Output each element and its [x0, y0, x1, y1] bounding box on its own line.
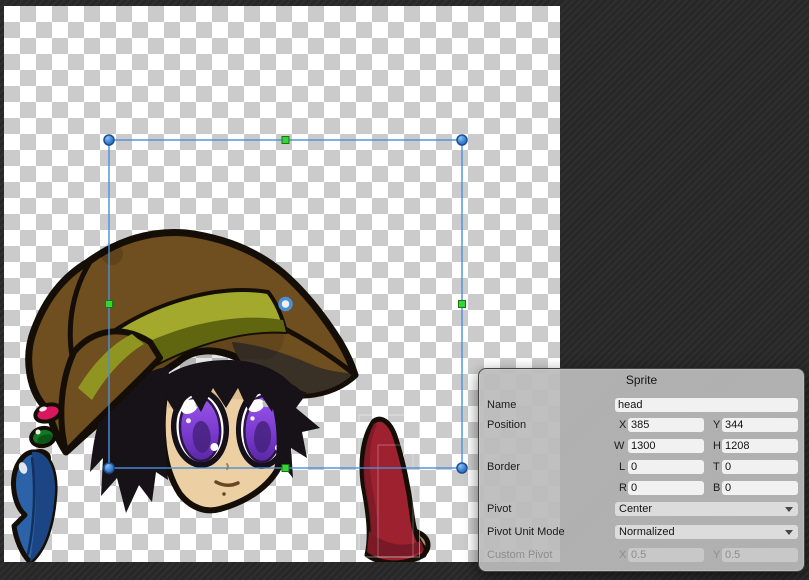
custom-pivot-y-input [722, 548, 798, 562]
selection-handle-top-mid[interactable] [282, 137, 289, 144]
pivot-unit-mode-value: Normalized [619, 526, 675, 538]
pivot-unit-mode-label: Pivot Unit Mode [487, 526, 565, 538]
custom-pivot-row: Custom Pivot X Y [479, 548, 804, 562]
custom-pivot-y-label: Y [713, 549, 720, 561]
dropdown-arrow-icon [785, 530, 793, 535]
selection-handle-top-left[interactable] [104, 135, 114, 145]
selection-handle-left-mid[interactable] [106, 301, 113, 308]
width-label: W [614, 440, 624, 452]
feather [14, 452, 56, 562]
height-input[interactable] [722, 439, 798, 453]
dropdown-arrow-icon [785, 507, 793, 512]
position-y-label: Y [713, 419, 720, 431]
pivot-row: Pivot Center [479, 502, 804, 516]
custom-pivot-x-input [628, 548, 704, 562]
pivot-dropdown[interactable]: Center [615, 502, 798, 516]
name-label: Name [487, 399, 516, 411]
border-r-label: R [619, 482, 627, 494]
border-row-lt: Border L T [479, 460, 804, 474]
position-y-input[interactable] [722, 418, 798, 432]
border-t-input[interactable] [722, 460, 798, 474]
position-label: Position [487, 419, 526, 431]
border-b-input[interactable] [722, 481, 798, 495]
pivot-unit-mode-dropdown[interactable]: Normalized [615, 525, 798, 539]
name-row: Name [479, 398, 804, 412]
panel-title: Sprite [479, 373, 804, 387]
border-row-rb: R B [479, 481, 804, 495]
width-input[interactable] [628, 439, 704, 453]
head-sprite-artwork[interactable] [14, 232, 355, 562]
sprite-inspector-panel: Sprite Name Position X Y W H Border L T … [478, 368, 805, 572]
border-r-input[interactable] [628, 481, 704, 495]
height-label: H [713, 440, 721, 452]
sprite-editor-artwork-layer [4, 6, 560, 562]
selection-handle-bottom-left[interactable] [104, 463, 114, 473]
selection-handle-bottom-mid[interactable] [282, 465, 289, 472]
pivot-label: Pivot [487, 503, 511, 515]
name-input[interactable] [615, 398, 798, 412]
custom-pivot-x-label: X [619, 549, 626, 561]
sleeve-sprite-artwork[interactable] [362, 419, 428, 562]
pivot-unit-mode-row: Pivot Unit Mode Normalized [479, 525, 804, 539]
border-l-label: L [619, 461, 625, 473]
selection-handle-bottom-right[interactable] [457, 463, 467, 473]
position-row-xy: Position X Y [479, 418, 804, 432]
border-l-input[interactable] [628, 460, 704, 474]
position-x-label: X [619, 419, 626, 431]
border-label: Border [487, 461, 520, 473]
position-x-input[interactable] [628, 418, 704, 432]
selection-handle-right-mid[interactable] [459, 301, 466, 308]
border-t-label: T [713, 461, 720, 473]
border-b-label: B [713, 482, 720, 494]
custom-pivot-label: Custom Pivot [487, 549, 552, 561]
pivot-value: Center [619, 503, 652, 515]
pivot-handle[interactable] [280, 299, 291, 310]
selection-handle-top-right[interactable] [457, 135, 467, 145]
position-row-wh: W H [479, 439, 804, 453]
